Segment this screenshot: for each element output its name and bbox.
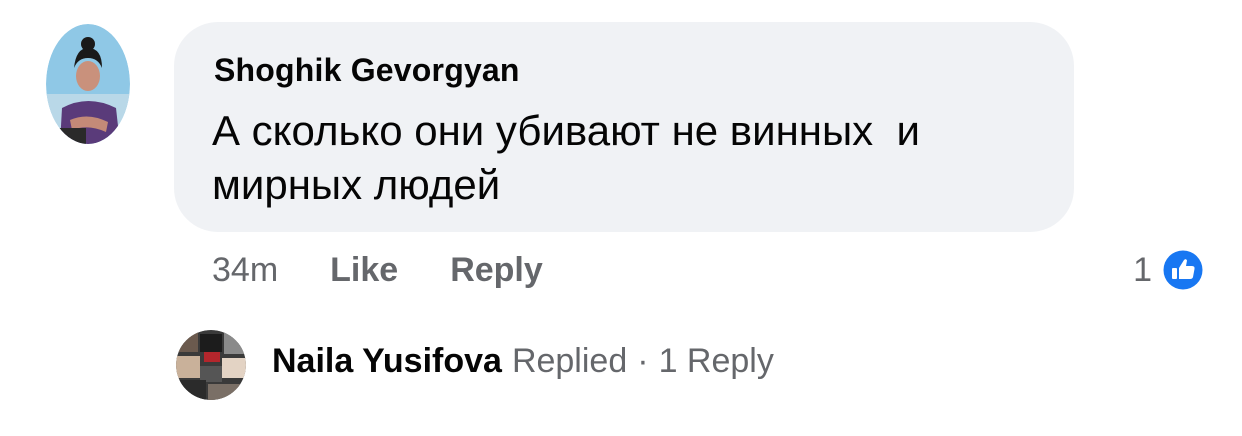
replied-label: Replied — [511, 342, 628, 380]
reply-button[interactable]: Reply — [450, 251, 543, 290]
comment-timestamp[interactable]: 34m — [212, 251, 278, 290]
reaction-count: 1 — [1133, 250, 1152, 289]
comment-bubble: Shoghik Gevorgyan А сколько они убивают … — [174, 22, 1074, 232]
like-button[interactable]: Like — [330, 251, 398, 290]
comment-actions: 34m Like Reply — [212, 248, 543, 292]
reply-count-link[interactable]: 1 Reply — [659, 342, 774, 381]
reaction-summary[interactable]: 1 — [1133, 246, 1206, 294]
comment-text: А сколько они убивают не винных и мирных… — [212, 107, 932, 208]
commenter-avatar[interactable] — [46, 24, 130, 144]
like-thumbs-up-icon — [1161, 248, 1205, 292]
comment-author-name[interactable]: Shoghik Gevorgyan — [214, 52, 520, 89]
replier-avatar[interactable] — [176, 330, 246, 400]
separator-dot: · — [637, 342, 649, 380]
view-replies-link[interactable]: Naila Yusifova Replied · 1 Reply — [272, 342, 774, 381]
replier-name[interactable]: Naila Yusifova — [272, 342, 502, 381]
